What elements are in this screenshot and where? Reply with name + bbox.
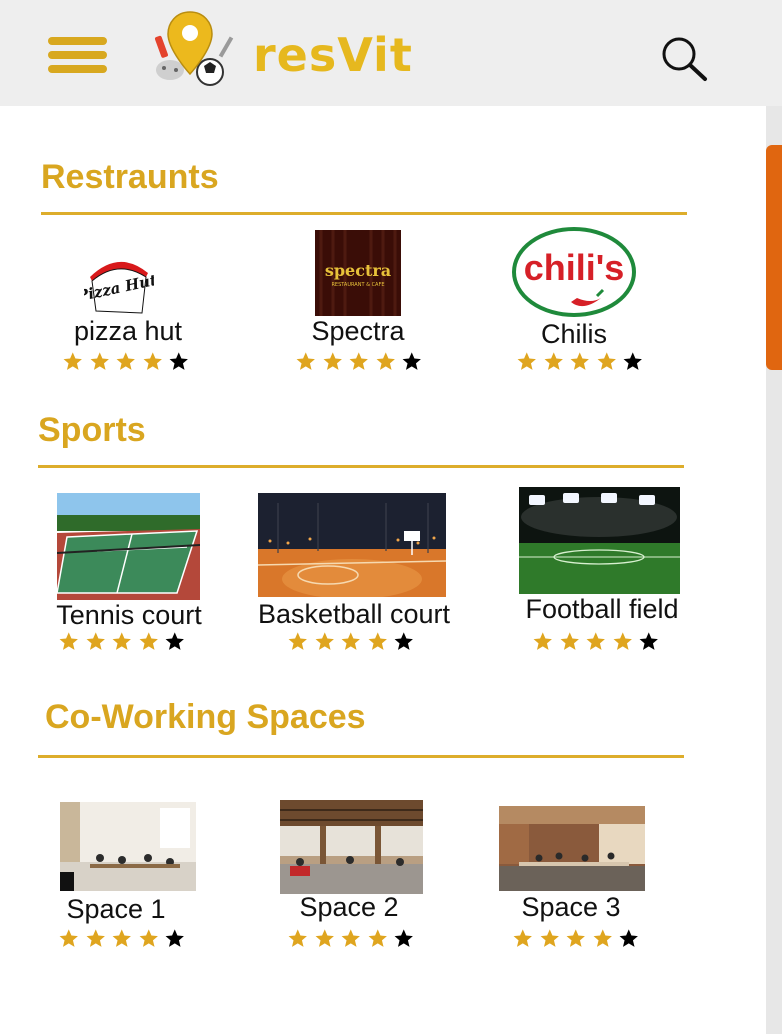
star-filled-icon: [111, 928, 133, 950]
star-filled-icon: [62, 351, 84, 373]
location-pin-icon: [154, 11, 234, 86]
spectra-logo-text: spectra: [325, 261, 391, 280]
menu-bar: [48, 37, 107, 45]
pizza-hut-logo: Pizza Hut: [84, 251, 154, 317]
star-empty-icon: [638, 631, 660, 653]
rating-stars: [512, 928, 645, 950]
football-field-photo: [519, 487, 680, 594]
star-empty-icon: [393, 928, 415, 950]
section-title-coworking: Co-Working Spaces: [45, 698, 366, 736]
star-filled-icon: [313, 928, 335, 950]
chilis-logo: chili's: [511, 226, 637, 318]
star-filled-icon: [137, 928, 159, 950]
star-filled-icon: [591, 928, 613, 950]
basketball-court-photo: [258, 493, 446, 597]
star-filled-icon: [585, 631, 607, 653]
star-filled-icon: [348, 351, 370, 373]
place-name: Space 3: [521, 892, 621, 922]
star-filled-icon: [542, 351, 564, 373]
section-divider: [38, 755, 684, 758]
star-filled-icon: [111, 631, 133, 653]
star-filled-icon: [313, 631, 335, 653]
star-filled-icon: [115, 351, 137, 373]
star-filled-icon: [137, 631, 159, 653]
rating-stars: [58, 928, 191, 950]
star-filled-icon: [374, 351, 396, 373]
star-filled-icon: [84, 928, 106, 950]
star-filled-icon: [58, 928, 80, 950]
rating-stars: [295, 351, 428, 373]
star-filled-icon: [538, 928, 560, 950]
star-filled-icon: [88, 351, 110, 373]
section-title-restaurants: Restraunts: [41, 158, 219, 196]
star-filled-icon: [569, 351, 591, 373]
place-name: pizza hut: [73, 316, 183, 346]
search-icon[interactable]: [660, 35, 708, 83]
star-filled-icon: [84, 631, 106, 653]
star-filled-icon: [287, 631, 309, 653]
rating-stars: [516, 351, 649, 373]
chilis-logo-text: chili's: [524, 247, 625, 288]
app-name: resVit: [253, 28, 413, 82]
coworking-space-photo: [280, 800, 423, 894]
star-filled-icon: [340, 631, 362, 653]
rating-stars: [287, 631, 420, 653]
star-empty-icon: [393, 631, 415, 653]
star-filled-icon: [321, 351, 343, 373]
place-name: Space 1: [66, 894, 166, 924]
tennis-court-photo: [57, 493, 200, 600]
menu-bar: [48, 51, 107, 59]
star-filled-icon: [287, 928, 309, 950]
place-name: Football field: [525, 594, 679, 624]
section-divider: [41, 212, 687, 215]
star-empty-icon: [622, 351, 644, 373]
star-filled-icon: [58, 631, 80, 653]
place-name: Spectra: [311, 316, 405, 346]
star-empty-icon: [401, 351, 423, 373]
rating-stars: [58, 631, 191, 653]
star-filled-icon: [532, 631, 554, 653]
star-empty-icon: [618, 928, 640, 950]
star-filled-icon: [366, 928, 388, 950]
rating-stars: [532, 631, 665, 653]
app-logo[interactable]: resVit: [150, 10, 412, 95]
star-filled-icon: [516, 351, 538, 373]
place-name: Basketball court: [257, 599, 451, 629]
section-title-sports: Sports: [38, 411, 146, 449]
app-header: resVit: [0, 0, 782, 106]
star-filled-icon: [141, 351, 163, 373]
menu-bar: [48, 65, 107, 73]
star-filled-icon: [295, 351, 317, 373]
star-filled-icon: [558, 631, 580, 653]
place-name: Space 2: [299, 892, 399, 922]
star-filled-icon: [512, 928, 534, 950]
star-empty-icon: [164, 928, 186, 950]
star-filled-icon: [565, 928, 587, 950]
star-filled-icon: [366, 631, 388, 653]
coworking-space-photo: [60, 802, 196, 891]
place-name: Tennis court: [56, 600, 202, 630]
scrollbar-thumb[interactable]: [766, 145, 782, 370]
star-empty-icon: [168, 351, 190, 373]
section-divider: [38, 465, 684, 468]
star-filled-icon: [595, 351, 617, 373]
hamburger-menu-icon[interactable]: [48, 37, 107, 73]
star-filled-icon: [611, 631, 633, 653]
spectra-logo-subtext: RESTAURANT & CAFE: [331, 282, 384, 288]
coworking-space-photo: [499, 806, 645, 891]
place-name: Chilis: [540, 319, 608, 349]
rating-stars: [62, 351, 195, 373]
spectra-logo: spectra RESTAURANT & CAFE: [315, 230, 401, 316]
star-filled-icon: [340, 928, 362, 950]
rating-stars: [287, 928, 420, 950]
star-empty-icon: [164, 631, 186, 653]
